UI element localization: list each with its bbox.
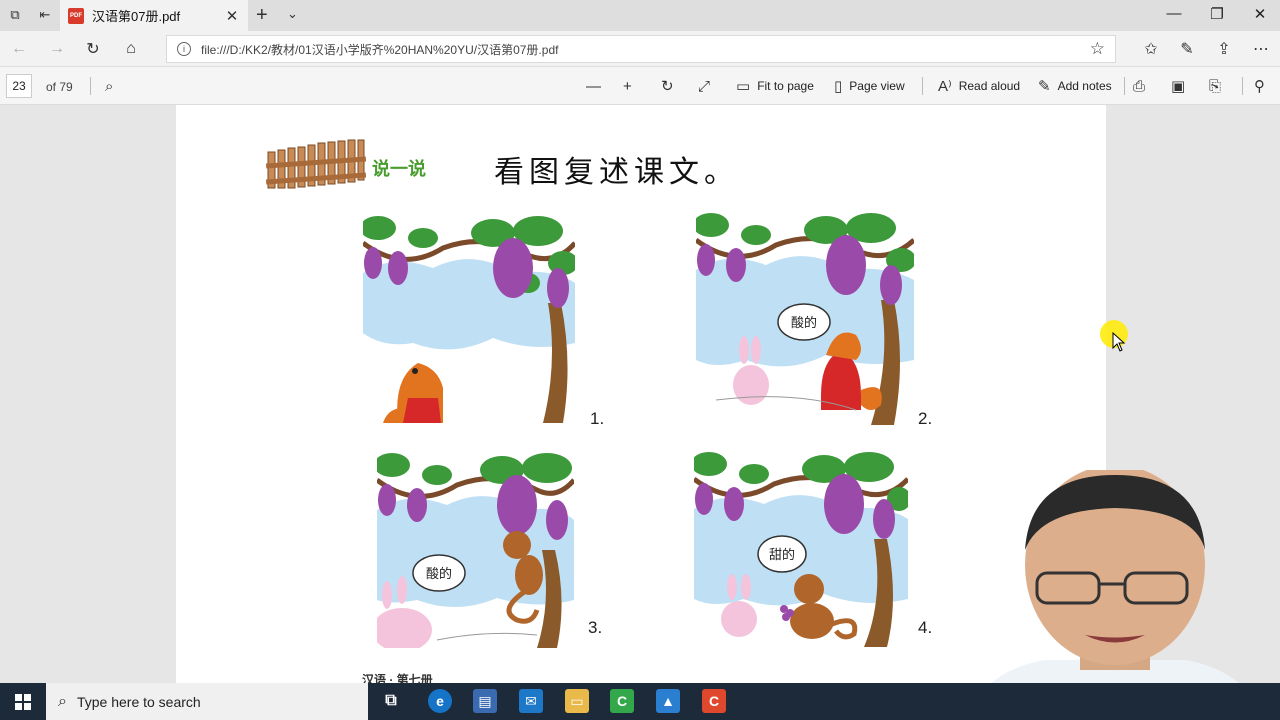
- pin-toolbar-icon[interactable]: ⚲: [1254, 76, 1272, 96]
- pen-icon: ✎: [1038, 78, 1051, 95]
- tab-title: 汉语第07册.pdf: [92, 9, 181, 24]
- page-number-input[interactable]: 23: [6, 74, 32, 98]
- illustration-panel-3: 酸的: [377, 450, 574, 648]
- add-notes-button[interactable]: ✎ Add notes: [1038, 76, 1112, 96]
- favorites-icon[interactable]: ✩: [1140, 38, 1162, 60]
- page-count: of 79: [46, 80, 73, 94]
- exercise-heading: 看图复述课文。: [494, 155, 739, 190]
- tab-pdf[interactable]: PDF 汉语第07册.pdf ✕: [60, 0, 248, 31]
- save-as-icon[interactable]: ⎘: [1209, 76, 1228, 96]
- search-icon[interactable]: ⌕: [105, 76, 120, 96]
- page-footer: 汉语 · 第七册: [362, 673, 433, 683]
- fit-page-icon: ▭: [736, 78, 751, 95]
- info-icon[interactable]: i: [177, 42, 191, 56]
- panel-number-2: 2.: [918, 409, 933, 428]
- home-button[interactable]: ⌂: [120, 38, 142, 60]
- edge-browser-icon[interactable]: e: [428, 689, 452, 713]
- page-view-icon: ▯: [834, 78, 843, 95]
- zoom-out-button[interactable]: —: [586, 76, 608, 96]
- minimize-button[interactable]: —: [1164, 5, 1184, 22]
- windows-taskbar: ⌕ Type here to search ⧉ e ▤ ✉ ▭ C ▲ C: [0, 683, 1280, 720]
- photo-app-icon[interactable]: ▲: [656, 689, 680, 713]
- panel-number-3: 3.: [588, 618, 603, 637]
- read-aloud-label: Read aloud: [958, 79, 1021, 93]
- pdf-icon: PDF: [68, 7, 84, 24]
- speech-bubble-text-2: 酸的: [791, 315, 817, 331]
- file-explorer-icon[interactable]: ▭: [565, 689, 589, 713]
- taskbar-search[interactable]: ⌕ Type here to search: [46, 683, 368, 720]
- add-notes-label: Add notes: [1057, 79, 1112, 93]
- set-aside-tabs-icon[interactable]: ⇤: [36, 6, 54, 24]
- print-icon[interactable]: ⎙: [1133, 76, 1152, 96]
- windows-logo-icon: [15, 693, 31, 710]
- new-tab-button[interactable]: +: [256, 4, 268, 27]
- panel-number-4: 4.: [918, 618, 933, 637]
- speech-bubble-text-3: 酸的: [426, 566, 452, 582]
- divider: [922, 77, 923, 95]
- rotate-icon[interactable]: ↻: [661, 76, 681, 96]
- pdf-toolbar: 23 of 79 ⌕ — + ↻ ⤢ ▭ Fit to page ▯ Page …: [0, 67, 1280, 105]
- url-text: file:///D:/KK2/教材/01汉语小学版齐%20HAN%20YU/汉语…: [201, 42, 559, 57]
- mouse-pointer-icon: [1112, 332, 1126, 352]
- close-window-button[interactable]: ✕: [1250, 5, 1270, 23]
- page-view-button[interactable]: ▯ Page view: [834, 76, 905, 96]
- close-tab-icon[interactable]: ✕: [222, 7, 242, 25]
- page-view-label: Page view: [849, 79, 905, 93]
- panel-number-1: 1.: [590, 409, 605, 428]
- navigation-bar: ← → ↻ ⌂ i file:///D:/KK2/教材/01汉语小学版齐%20H…: [0, 31, 1280, 67]
- illustration-panel-2: 酸的: [696, 210, 914, 432]
- store-icon[interactable]: ▤: [473, 689, 497, 713]
- save-icon[interactable]: ▣: [1171, 76, 1192, 96]
- read-aloud-icon: A⁾: [938, 78, 952, 95]
- recorder-icon[interactable]: C: [702, 689, 726, 713]
- start-button[interactable]: [0, 683, 46, 720]
- illustration-panel-1: [363, 213, 575, 423]
- tab-actions-icon[interactable]: ⧉: [6, 6, 24, 24]
- camtasia-icon[interactable]: C: [610, 689, 634, 713]
- speech-bubble-text-4: 甜的: [769, 547, 795, 563]
- mail-icon[interactable]: ✉: [519, 689, 543, 713]
- divider: [90, 77, 91, 95]
- read-aloud-button[interactable]: A⁾ Read aloud: [938, 76, 1020, 96]
- fullscreen-icon[interactable]: ⤢: [698, 76, 717, 96]
- favorite-star-icon[interactable]: ☆: [1090, 39, 1105, 59]
- chevron-down-icon[interactable]: ⌄: [287, 6, 298, 22]
- divider: [1124, 77, 1125, 95]
- fence-illustration: [266, 139, 366, 189]
- share-icon[interactable]: ⇪: [1213, 38, 1235, 60]
- divider: [1242, 77, 1243, 95]
- restore-button[interactable]: ❐: [1207, 5, 1227, 23]
- section-tag: 说一说: [372, 159, 426, 180]
- pen-icon[interactable]: ✎: [1176, 38, 1198, 60]
- forward-button[interactable]: →: [46, 38, 68, 60]
- fit-to-page-label: Fit to page: [757, 79, 814, 93]
- tab-bar: ⧉ ⇤ PDF 汉语第07册.pdf ✕ + ⌄ — ❐ ✕: [0, 0, 1280, 31]
- address-bar[interactable]: i file:///D:/KK2/教材/01汉语小学版齐%20HAN%20YU/…: [166, 35, 1116, 63]
- more-options-icon[interactable]: ⋯: [1250, 38, 1272, 60]
- search-placeholder: Type here to search: [76, 693, 201, 710]
- task-view-icon[interactable]: ⧉: [379, 689, 403, 713]
- refresh-button[interactable]: ↻: [82, 38, 104, 60]
- fit-to-page-button[interactable]: ▭ Fit to page: [736, 76, 814, 96]
- search-icon: ⌕: [58, 692, 67, 710]
- illustration-panel-4: 甜的: [694, 449, 908, 649]
- zoom-in-button[interactable]: +: [623, 76, 639, 96]
- back-button[interactable]: ←: [8, 38, 30, 60]
